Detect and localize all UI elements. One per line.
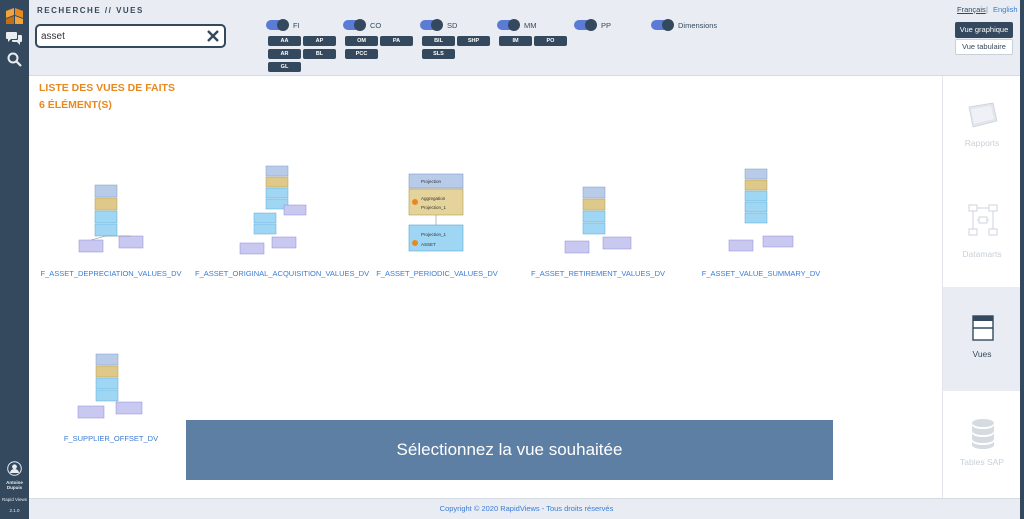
chat-icon[interactable] [6,30,23,46]
view-diagram-icon [564,186,632,254]
nav-item-vues[interactable]: Vues [943,287,1021,391]
chip-bl[interactable]: BL [303,49,336,59]
chip-om[interactable]: OM [345,36,378,46]
chip-po[interactable]: PO [534,36,567,46]
chip-ap[interactable]: AP [303,36,336,46]
diagram-node-label: Projection_1 [421,232,447,237]
chip-ar[interactable]: AR [268,49,301,59]
chip-gl[interactable]: GL [268,62,301,72]
table-icon [972,315,994,341]
toggle-label: FI [293,20,300,30]
toggle-label: CO [370,20,382,30]
product-version: 2.1.0 [9,508,20,513]
view-diagram-icon [78,184,144,253]
app-logo-icon[interactable] [6,8,23,24]
selection-prompt: Sélectionnez la vue souhaitée [186,420,833,480]
toggle-label: SD [447,20,458,30]
view-tile-summary[interactable] [727,166,799,256]
chip-pcc[interactable]: PCC [345,49,378,59]
toggle-sd[interactable]: SD [420,19,457,31]
view-diagram-icon: Projection Aggregation Projection_1 Proj… [408,173,464,252]
view-label[interactable]: F_ASSET_DEPRECIATION_VALUES_DV [40,268,182,280]
datamart-icon [968,204,998,236]
graph-view-button[interactable]: Vue graphique [955,22,1013,38]
toggle-fi[interactable]: FI [266,19,300,31]
view-label[interactable]: F_ASSET_ORIGINAL_ACQUISITION_VALUES_DV [195,268,369,280]
nav-item-label: Tables SAP [960,457,1004,467]
right-panel: Rapports Datamarts Vues Tables SAP [942,76,1021,498]
table-view-button[interactable]: Vue tabulaire [955,39,1013,55]
diagram-node-label: ASSET [421,242,436,247]
view-diagram-icon [728,168,794,252]
toggle-pp[interactable]: PP [574,19,611,31]
search-box[interactable] [35,24,226,48]
list-count: 6 ÉLÉMENT(S) [39,99,112,111]
report-icon [968,102,998,128]
view-label[interactable]: F_ASSET_RETIREMENT_VALUES_DV [527,268,669,280]
left-nav: Antoine Dupuis Rapid Views 2.1.0 [0,0,29,519]
view-label[interactable]: F_ASSET_VALUE_SUMMARY_DV [690,268,832,280]
search-icon[interactable] [6,51,23,67]
view-tile-acquisition[interactable] [238,163,310,260]
toggle-label: PP [601,20,612,30]
footer: Copyright © 2020 RapidViews - Tous droit… [29,498,1024,519]
view-diagram-icon [239,165,307,255]
chip-im[interactable]: IM [499,36,532,46]
nav-item-datamarts[interactable]: Datamarts [943,181,1021,285]
toggle-co[interactable]: CO [343,19,381,31]
top-bar: RECHERCHE // VUES FI CO SD MM PP Dimensi… [29,0,1024,76]
nav-item-label: Datamarts [962,249,1002,259]
nav-item-label: Rapports [964,138,1000,148]
user-avatar-icon[interactable] [7,461,22,476]
diagram-node-label: Projection [421,179,442,184]
chip-shp[interactable]: SHP [457,36,490,46]
nav-item-label: Vues [972,349,992,359]
view-tile-supplier[interactable] [76,350,148,425]
list-title: LISTE DES VUES DE FAITS [39,82,175,94]
lang-separator: | [986,5,988,14]
view-diagram-icon [77,353,143,419]
chip-pa[interactable]: PA [380,36,413,46]
diagram-node-label: Aggregation [421,196,446,201]
search-input[interactable] [41,29,201,44]
toggle-dimensions[interactable]: Dimensions [651,19,717,31]
diagram-node-label: Projection_1 [421,205,447,210]
chip-bil[interactable]: BIL [422,36,455,46]
view-label[interactable]: F_ASSET_PERIODIC_VALUES_DV [366,268,508,280]
user-name: Antoine Dupuis [6,480,23,490]
toggle-label: MM [524,20,537,30]
lang-french-link[interactable]: Français [957,5,986,14]
window-edge [1020,0,1024,519]
nav-item-rapports[interactable]: Rapports [943,76,1021,180]
nav-item-tables-sap[interactable]: Tables SAP [943,394,1021,498]
toggle-mm[interactable]: MM [497,19,537,31]
view-tile-depreciation[interactable] [75,180,147,260]
view-tile-retirement[interactable] [563,183,635,258]
breadcrumb: RECHERCHE // VUES [37,6,144,15]
product-name: Rapid Views [2,497,27,502]
database-icon [972,419,994,449]
view-label[interactable]: F_SUPPLIER_OFFSET_DV [40,433,182,445]
chip-sls[interactable]: SLS [422,49,455,59]
view-tile-periodic[interactable]: Projection Aggregation Projection_1 Proj… [405,170,467,254]
toggle-label: Dimensions [678,20,718,30]
lang-english-link[interactable]: English [993,5,1018,14]
chip-aa[interactable]: AA [268,36,301,46]
close-icon[interactable] [205,28,221,44]
